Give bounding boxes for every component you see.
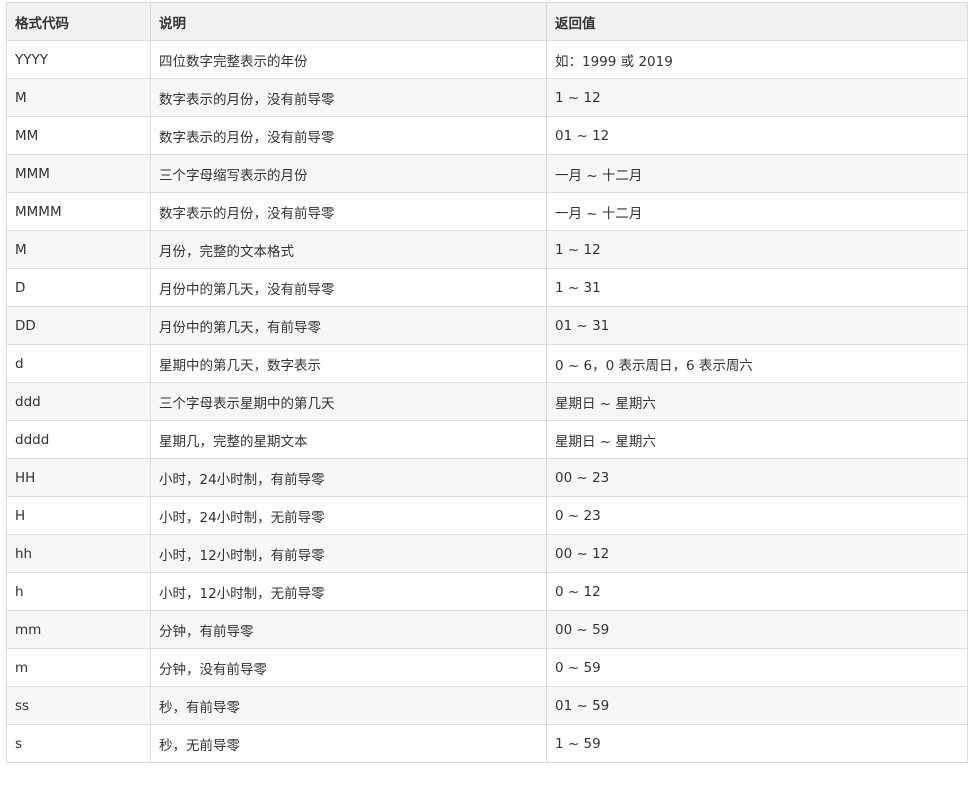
cell-return-value: 0 ~ 12: [546, 572, 968, 611]
cell-description: 四位数字完整表示的年份: [150, 40, 547, 79]
cell-return-value: 1 ~ 12: [546, 78, 968, 117]
cell-return-value: 1 ~ 59: [546, 724, 968, 763]
cell-format-code: MMM: [6, 154, 151, 193]
cell-format-code: m: [6, 648, 151, 687]
cell-description: 分钟，有前导零: [150, 610, 547, 649]
cell-description: 月份中的第几天，没有前导零: [150, 268, 547, 307]
table-row: mm 分钟，有前导零 00 ~ 59: [6, 610, 968, 649]
cell-format-code: h: [6, 572, 151, 611]
cell-return-value: 01 ~ 59: [546, 686, 968, 725]
cell-description: 小时，24小时制，无前导零: [150, 496, 547, 535]
cell-return-value: 00 ~ 12: [546, 534, 968, 573]
cell-description: 三个字母表示星期中的第几天: [150, 382, 547, 421]
cell-return-value: 0 ~ 59: [546, 648, 968, 687]
table-row: H 小时，24小时制，无前导零 0 ~ 23: [6, 496, 968, 535]
cell-format-code: MMMM: [6, 192, 151, 231]
cell-format-code: D: [6, 268, 151, 307]
table-row: HH 小时，24小时制，有前导零 00 ~ 23: [6, 458, 968, 497]
cell-format-code: dddd: [6, 420, 151, 459]
cell-format-code: M: [6, 230, 151, 269]
cell-return-value: 如：1999 或 2019: [546, 40, 968, 79]
header-format-code: 格式代码: [6, 2, 151, 41]
table-row: dddd 星期几，完整的星期文本 星期日 ~ 星期六: [6, 420, 968, 459]
table-row: h 小时，12小时制，无前导零 0 ~ 12: [6, 572, 968, 611]
cell-format-code: mm: [6, 610, 151, 649]
header-row: 格式代码 说明 返回值: [6, 2, 968, 41]
cell-description: 月份中的第几天，有前导零: [150, 306, 547, 345]
cell-description: 秒，有前导零: [150, 686, 547, 725]
cell-return-value: 星期日 ~ 星期六: [546, 420, 968, 459]
cell-format-code: d: [6, 344, 151, 383]
cell-return-value: 00 ~ 59: [546, 610, 968, 649]
table-row: YYYY 四位数字完整表示的年份 如：1999 或 2019: [6, 40, 968, 79]
cell-description: 分钟，没有前导零: [150, 648, 547, 687]
cell-return-value: 00 ~ 23: [546, 458, 968, 497]
format-code-table: 格式代码 说明 返回值 YYYY 四位数字完整表示的年份 如：1999 或 20…: [6, 2, 968, 763]
cell-format-code: M: [6, 78, 151, 117]
table-row: s 秒，无前导零 1 ~ 59: [6, 724, 968, 763]
cell-description: 小时，24小时制，有前导零: [150, 458, 547, 497]
cell-return-value: 一月 ~ 十二月: [546, 192, 968, 231]
table-row: DD 月份中的第几天，有前导零 01 ~ 31: [6, 306, 968, 345]
cell-format-code: ss: [6, 686, 151, 725]
header-return-value: 返回值: [546, 2, 968, 41]
cell-format-code: s: [6, 724, 151, 763]
header-description: 说明: [150, 2, 547, 41]
table-body: YYYY 四位数字完整表示的年份 如：1999 或 2019 M 数字表示的月份…: [6, 40, 968, 763]
cell-return-value: 0 ~ 23: [546, 496, 968, 535]
cell-format-code: ddd: [6, 382, 151, 421]
cell-format-code: MM: [6, 116, 151, 155]
table-header: 格式代码 说明 返回值: [6, 2, 968, 41]
cell-return-value: 1 ~ 31: [546, 268, 968, 307]
cell-return-value: 01 ~ 12: [546, 116, 968, 155]
cell-description: 星期中的第几天，数字表示: [150, 344, 547, 383]
table-row: D 月份中的第几天，没有前导零 1 ~ 31: [6, 268, 968, 307]
table-row: M 数字表示的月份，没有前导零 1 ~ 12: [6, 78, 968, 117]
cell-format-code: YYYY: [6, 40, 151, 79]
cell-format-code: H: [6, 496, 151, 535]
cell-description: 小时，12小时制，有前导零: [150, 534, 547, 573]
table-row: m 分钟，没有前导零 0 ~ 59: [6, 648, 968, 687]
table-row: hh 小时，12小时制，有前导零 00 ~ 12: [6, 534, 968, 573]
cell-format-code: hh: [6, 534, 151, 573]
table-row: MMM 三个字母缩写表示的月份 一月 ~ 十二月: [6, 154, 968, 193]
table-row: MM 数字表示的月份，没有前导零 01 ~ 12: [6, 116, 968, 155]
cell-return-value: 0 ~ 6，0 表示周日，6 表示周六: [546, 344, 968, 383]
cell-description: 星期几，完整的星期文本: [150, 420, 547, 459]
table-row: d 星期中的第几天，数字表示 0 ~ 6，0 表示周日，6 表示周六: [6, 344, 968, 383]
table-row: MMMM 数字表示的月份，没有前导零 一月 ~ 十二月: [6, 192, 968, 231]
table-row: ddd 三个字母表示星期中的第几天 星期日 ~ 星期六: [6, 382, 968, 421]
cell-description: 小时，12小时制，无前导零: [150, 572, 547, 611]
cell-description: 数字表示的月份，没有前导零: [150, 116, 547, 155]
format-code-table-container: 格式代码 说明 返回值 YYYY 四位数字完整表示的年份 如：1999 或 20…: [6, 2, 968, 763]
cell-description: 秒，无前导零: [150, 724, 547, 763]
cell-return-value: 星期日 ~ 星期六: [546, 382, 968, 421]
table-row: M 月份，完整的文本格式 1 ~ 12: [6, 230, 968, 269]
cell-description: 月份，完整的文本格式: [150, 230, 547, 269]
cell-format-code: DD: [6, 306, 151, 345]
cell-description: 数字表示的月份，没有前导零: [150, 192, 547, 231]
cell-return-value: 一月 ~ 十二月: [546, 154, 968, 193]
cell-format-code: HH: [6, 458, 151, 497]
cell-description: 数字表示的月份，没有前导零: [150, 78, 547, 117]
cell-return-value: 1 ~ 12: [546, 230, 968, 269]
cell-description: 三个字母缩写表示的月份: [150, 154, 547, 193]
table-row: ss 秒，有前导零 01 ~ 59: [6, 686, 968, 725]
cell-return-value: 01 ~ 31: [546, 306, 968, 345]
